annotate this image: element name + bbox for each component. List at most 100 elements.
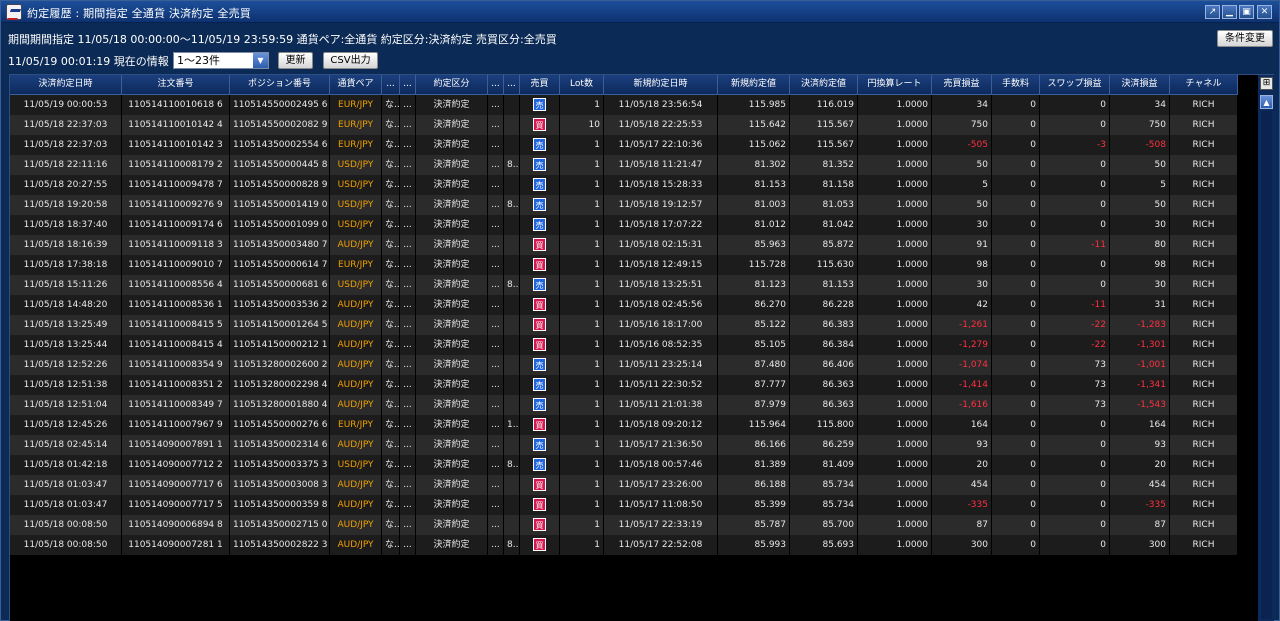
header-col-hidden-1[interactable]: ... bbox=[382, 75, 400, 95]
cell-trade-pl: -1,616 bbox=[932, 395, 992, 415]
table-row[interactable]: 11/05/18 19:20:58 110514110009276 9 110514… bbox=[10, 195, 1238, 215]
table-row[interactable]: 11/05/18 22:37:03 110514110010142 3 110514… bbox=[10, 135, 1238, 155]
cell-hidden-3: ... bbox=[488, 455, 504, 475]
cell-open-price: 87.480 bbox=[718, 355, 790, 375]
header-col-settle-pl[interactable]: 決済損益 bbox=[1110, 75, 1170, 95]
cell-exec-type: 決済約定 bbox=[416, 235, 488, 255]
cell-yen-rate: 1.0000 bbox=[858, 415, 932, 435]
column-chooser-icon[interactable]: ⊞ bbox=[1260, 77, 1273, 90]
cell-hidden-3: ... bbox=[488, 175, 504, 195]
cell-hidden-1: な... bbox=[382, 155, 400, 175]
header-col-side[interactable]: 売買 bbox=[520, 75, 560, 95]
dropdown-arrow-icon[interactable]: ▼ bbox=[253, 53, 268, 68]
cell-position-no: 110514550000681 6 bbox=[230, 275, 330, 295]
csv-export-button[interactable]: CSV出力 bbox=[323, 52, 378, 69]
cell-fee: 0 bbox=[992, 535, 1040, 555]
table-row[interactable]: 11/05/18 14:48:20 110514110008536 1 110514… bbox=[10, 295, 1238, 315]
cell-hidden-4 bbox=[504, 135, 520, 155]
header-col-open-datetime[interactable]: 新規約定日時 bbox=[604, 75, 718, 95]
cell-close-datetime: 11/05/18 20:27:55 bbox=[10, 175, 122, 195]
cell-close-price: 85.872 bbox=[790, 235, 858, 255]
header-col-hidden-2[interactable]: ... bbox=[400, 75, 416, 95]
header-col-order-no[interactable]: 注文番号 bbox=[122, 75, 230, 95]
table-row[interactable]: 11/05/18 20:27:55 110514110009478 7 110514… bbox=[10, 175, 1238, 195]
header-col-close-price[interactable]: 決済約定値 bbox=[790, 75, 858, 95]
header-col-trade-pl[interactable]: 売買損益 bbox=[932, 75, 992, 95]
header-col-hidden-4[interactable]: ... bbox=[504, 75, 520, 95]
table-row[interactable]: 11/05/18 12:51:38 110514110008351 2 110513… bbox=[10, 375, 1238, 395]
table-row[interactable]: 11/05/18 00:08:50 110514090006894 8 110514… bbox=[10, 515, 1238, 535]
cell-close-datetime: 11/05/18 12:51:38 bbox=[10, 375, 122, 395]
cell-order-no: 110514090007281 1 bbox=[122, 535, 230, 555]
header-col-currency-pair[interactable]: 通貨ペア bbox=[330, 75, 382, 95]
sell-badge: 売 bbox=[533, 398, 546, 411]
table-row[interactable]: 11/05/18 22:11:16 110514110008179 2 110514… bbox=[10, 155, 1238, 175]
table-row[interactable]: 11/05/18 12:52:26 110514110008354 9 110513… bbox=[10, 355, 1238, 375]
title-bar[interactable]: 約定履歴 : 期間指定 全通貨 決済約定 全売買 ↗ ▁ ▣ ✕ bbox=[1, 1, 1279, 23]
cell-trade-pl: 93 bbox=[932, 435, 992, 455]
scrollbar-track[interactable] bbox=[1261, 111, 1272, 619]
cell-settle-pl: 98 bbox=[1110, 255, 1170, 275]
refresh-button[interactable]: 更新 bbox=[278, 52, 313, 69]
header-col-yen-rate[interactable]: 円換算レート bbox=[858, 75, 932, 95]
cell-exec-type: 決済約定 bbox=[416, 335, 488, 355]
cell-currency-pair: AUD/JPY bbox=[330, 355, 382, 375]
header-col-swap-pl[interactable]: スワップ損益 bbox=[1040, 75, 1110, 95]
maximize-button[interactable]: ▣ bbox=[1239, 5, 1254, 19]
table-row[interactable]: 11/05/18 17:38:18 110514110009010 7 110514… bbox=[10, 255, 1238, 275]
cell-hidden-2: ... bbox=[400, 255, 416, 275]
header-col-position-no[interactable]: ポジション番号 bbox=[230, 75, 330, 95]
cell-open-price: 115.985 bbox=[718, 95, 790, 115]
minimize-button[interactable]: ▁ bbox=[1222, 5, 1237, 19]
cell-hidden-4 bbox=[504, 335, 520, 355]
header-col-lot[interactable]: Lot数 bbox=[560, 75, 604, 95]
table-row[interactable]: 11/05/18 12:45:26 110514110007967 9 110514… bbox=[10, 415, 1238, 435]
table-row[interactable]: 11/05/18 22:37:03 110514110010142 4 110514… bbox=[10, 115, 1238, 135]
table-row[interactable]: 11/05/18 13:25:49 110514110008415 5 110514… bbox=[10, 315, 1238, 335]
cell-open-price: 85.399 bbox=[718, 495, 790, 515]
table-row[interactable]: 11/05/18 02:45:14 110514090007891 1 110514… bbox=[10, 435, 1238, 455]
table-row[interactable]: 11/05/18 18:37:40 110514110009174 6 110514… bbox=[10, 215, 1238, 235]
table-row[interactable]: 11/05/18 01:42:18 110514090007712 2 110514… bbox=[10, 455, 1238, 475]
cell-trade-pl: 454 bbox=[932, 475, 992, 495]
close-button[interactable]: ✕ bbox=[1257, 5, 1272, 19]
cell-hidden-1: な... bbox=[382, 115, 400, 135]
header-col-channel[interactable]: チャネル bbox=[1170, 75, 1238, 95]
cell-hidden-3: ... bbox=[488, 495, 504, 515]
cell-yen-rate: 1.0000 bbox=[858, 475, 932, 495]
cell-hidden-3: ... bbox=[488, 235, 504, 255]
change-conditions-button[interactable]: 条件変更 bbox=[1217, 30, 1273, 47]
record-range-select[interactable]: 1〜23件 ▼ bbox=[173, 52, 269, 69]
cell-trade-pl: -335 bbox=[932, 495, 992, 515]
cell-trade-pl: -1,074 bbox=[932, 355, 992, 375]
table-row[interactable]: 11/05/18 15:11:26 110514110008556 4 110514… bbox=[10, 275, 1238, 295]
cell-close-datetime: 11/05/18 12:51:04 bbox=[10, 395, 122, 415]
cell-hidden-4 bbox=[504, 495, 520, 515]
cell-open-datetime: 11/05/18 19:12:57 bbox=[604, 195, 718, 215]
pin-window-button[interactable]: ↗ bbox=[1205, 5, 1220, 19]
trade-history-window: 約定履歴 : 期間指定 全通貨 決済約定 全売買 ↗ ▁ ▣ ✕ 期間期間指定 … bbox=[0, 0, 1280, 621]
cell-yen-rate: 1.0000 bbox=[858, 215, 932, 235]
table-row[interactable]: 11/05/18 12:51:04 110514110008349 7 110513… bbox=[10, 395, 1238, 415]
header-col-hidden-3[interactable]: ... bbox=[488, 75, 504, 95]
cell-side: 売 bbox=[520, 215, 560, 235]
header-col-fee[interactable]: 手数料 bbox=[992, 75, 1040, 95]
table-row[interactable]: 11/05/18 01:03:47 110514090007717 6 110514… bbox=[10, 475, 1238, 495]
table-row[interactable]: 11/05/18 00:08:50 110514090007281 1 110514… bbox=[10, 535, 1238, 555]
cell-hidden-1: な... bbox=[382, 195, 400, 215]
cell-close-datetime: 11/05/18 00:08:50 bbox=[10, 535, 122, 555]
table-row[interactable]: 11/05/18 18:16:39 110514110009118 3 110514… bbox=[10, 235, 1238, 255]
table-row[interactable]: 11/05/18 01:03:47 110514090007717 5 110514… bbox=[10, 495, 1238, 515]
table-row[interactable]: 11/05/18 13:25:44 110514110008415 4 110514… bbox=[10, 335, 1238, 355]
cell-open-datetime: 11/05/11 23:25:14 bbox=[604, 355, 718, 375]
cell-settle-pl: -1,001 bbox=[1110, 355, 1170, 375]
scroll-up-arrow-icon[interactable]: ▲ bbox=[1260, 95, 1273, 109]
header-col-exec-type[interactable]: 約定区分 bbox=[416, 75, 488, 95]
cell-hidden-4: 8... bbox=[504, 195, 520, 215]
buy-badge: 買 bbox=[533, 238, 546, 251]
header-col-close-datetime[interactable]: 決済約定日時 bbox=[10, 75, 122, 95]
table-row[interactable]: 11/05/19 00:00:53 110514110010618 6 110514… bbox=[10, 95, 1238, 115]
cell-hidden-1: な... bbox=[382, 95, 400, 115]
cell-settle-pl: 300 bbox=[1110, 535, 1170, 555]
header-col-open-price[interactable]: 新規約定値 bbox=[718, 75, 790, 95]
